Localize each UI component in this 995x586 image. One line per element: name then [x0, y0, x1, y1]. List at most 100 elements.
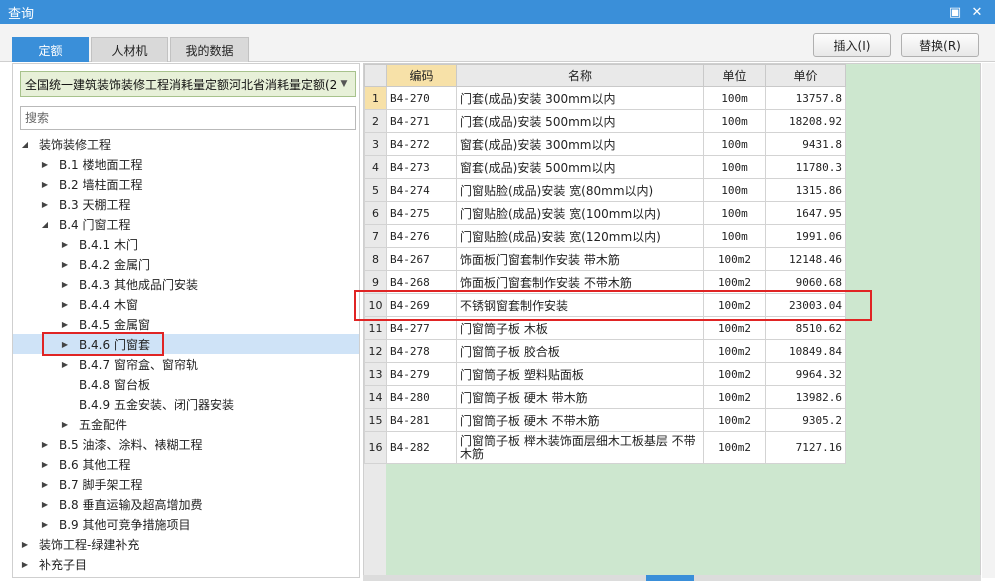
cell-price[interactable]: 13982.6: [765, 385, 846, 409]
table-row[interactable]: 8 B4-267 饰面板门窗套制作安装 带木筋 100m2 12148.46: [364, 247, 846, 271]
cell-name[interactable]: 门窗筒子板 胶合板: [456, 339, 704, 363]
cell-name[interactable]: 门套(成品)安装 300mm以内: [456, 86, 704, 110]
cell-price[interactable]: 9964.32: [765, 362, 846, 386]
cell-price[interactable]: 23003.04: [765, 293, 846, 317]
tree-item[interactable]: ▶ B.2 墙柱面工程: [13, 174, 359, 194]
cell-unit[interactable]: 100m: [703, 224, 766, 248]
cell-code[interactable]: B4-274: [386, 178, 457, 202]
cell-unit[interactable]: 100m: [703, 155, 766, 179]
tree-item[interactable]: ▶ B.4.5 金属窗: [13, 314, 359, 334]
cell-name[interactable]: 门窗筒子板 榉木装饰面层细木工板基层 不带木筋: [456, 431, 704, 464]
cell-price[interactable]: 9431.8: [765, 132, 846, 156]
cell-unit[interactable]: 100m2: [703, 293, 766, 317]
insert-button[interactable]: 插入(I): [813, 33, 891, 57]
table-row[interactable]: 14 B4-280 门窗筒子板 硬木 带木筋 100m2 13982.6: [364, 385, 846, 409]
cell-price[interactable]: 8510.62: [765, 316, 846, 340]
table-row[interactable]: 10 B4-269 不锈钢窗套制作安装 100m2 23003.04: [364, 293, 846, 317]
cell-unit[interactable]: 100m2: [703, 362, 766, 386]
expand-icon[interactable]: ▶: [39, 460, 51, 469]
cell-price[interactable]: 12148.46: [765, 247, 846, 271]
restore-icon[interactable]: ▣: [946, 3, 964, 21]
row-number[interactable]: 13: [364, 362, 387, 386]
cell-name[interactable]: 门套(成品)安装 500mm以内: [456, 109, 704, 133]
row-number[interactable]: 10: [364, 293, 387, 317]
row-number[interactable]: 3: [364, 132, 387, 156]
row-number[interactable]: 9: [364, 270, 387, 294]
cell-unit[interactable]: 100m2: [703, 385, 766, 409]
collapse-icon[interactable]: ◢: [39, 220, 51, 229]
cell-code[interactable]: B4-275: [386, 201, 457, 225]
cell-code[interactable]: B4-281: [386, 408, 457, 432]
cell-name[interactable]: 门窗筒子板 硬木 不带木筋: [456, 408, 704, 432]
cell-name[interactable]: 门窗筒子板 硬木 带木筋: [456, 385, 704, 409]
row-number[interactable]: 12: [364, 339, 387, 363]
tree-item[interactable]: B.4.8 窗台板: [13, 374, 359, 394]
column-header-unit[interactable]: 单位: [703, 64, 766, 87]
cell-price[interactable]: 1647.95: [765, 201, 846, 225]
row-number[interactable]: 15: [364, 408, 387, 432]
row-number[interactable]: 4: [364, 155, 387, 179]
cell-code[interactable]: B4-269: [386, 293, 457, 317]
cell-price[interactable]: 9305.2: [765, 408, 846, 432]
scrollbar-thumb[interactable]: [646, 575, 694, 581]
cell-code[interactable]: B4-279: [386, 362, 457, 386]
cell-price[interactable]: 9060.68: [765, 270, 846, 294]
collapse-icon[interactable]: ◢: [19, 140, 31, 149]
cell-price[interactable]: 13757.8: [765, 86, 846, 110]
expand-icon[interactable]: ▶: [39, 180, 51, 189]
tree-item[interactable]: B.4.9 五金安装、闭门器安装: [13, 394, 359, 414]
tab-quota[interactable]: 定额: [12, 37, 89, 62]
table-row[interactable]: 2 B4-271 门套(成品)安装 500mm以内 100m 18208.92: [364, 109, 846, 133]
cell-unit[interactable]: 100m: [703, 178, 766, 202]
search-input[interactable]: [20, 106, 356, 130]
tab-my-data[interactable]: 我的数据: [170, 37, 249, 62]
cell-name[interactable]: 窗套(成品)安装 500mm以内: [456, 155, 704, 179]
cell-code[interactable]: B4-280: [386, 385, 457, 409]
cell-unit[interactable]: 100m2: [703, 316, 766, 340]
table-row[interactable]: 1 B4-270 门套(成品)安装 300mm以内 100m 13757.8: [364, 86, 846, 110]
cell-code[interactable]: B4-282: [386, 431, 457, 464]
library-select[interactable]: 全国统一建筑装饰装修工程消耗量定额河北省消耗量定额(20 ▼: [20, 71, 356, 97]
table-row[interactable]: 4 B4-273 窗套(成品)安装 500mm以内 100m 11780.3: [364, 155, 846, 179]
cell-unit[interactable]: 100m2: [703, 408, 766, 432]
row-number[interactable]: 7: [364, 224, 387, 248]
tree-item[interactable]: ▶ 五金配件: [13, 414, 359, 434]
tree-item[interactable]: ▶ B.4.4 木窗: [13, 294, 359, 314]
table-row[interactable]: 15 B4-281 门窗筒子板 硬木 不带木筋 100m2 9305.2: [364, 408, 846, 432]
expand-icon[interactable]: ▶: [59, 360, 71, 369]
table-row[interactable]: 3 B4-272 窗套(成品)安装 300mm以内 100m 9431.8: [364, 132, 846, 156]
tree-item[interactable]: ▶ B.7 脚手架工程: [13, 474, 359, 494]
expand-icon[interactable]: ▶: [59, 300, 71, 309]
tab-labor-material[interactable]: 人材机: [91, 37, 168, 62]
expand-icon[interactable]: ▶: [59, 260, 71, 269]
table-row[interactable]: 16 B4-282 门窗筒子板 榉木装饰面层细木工板基层 不带木筋 100m2 7127…: [364, 431, 846, 464]
cell-name[interactable]: 门窗筒子板 塑料贴面板: [456, 362, 704, 386]
cell-unit[interactable]: 100m2: [703, 270, 766, 294]
cell-code[interactable]: B4-272: [386, 132, 457, 156]
table-row[interactable]: 11 B4-277 门窗筒子板 木板 100m2 8510.62: [364, 316, 846, 340]
tree-item[interactable]: ▶ B.4.6 门窗套: [13, 334, 359, 354]
cell-price[interactable]: 1991.06: [765, 224, 846, 248]
cell-unit[interactable]: 100m: [703, 201, 766, 225]
table-row[interactable]: 12 B4-278 门窗筒子板 胶合板 100m2 10849.84: [364, 339, 846, 363]
cell-code[interactable]: B4-268: [386, 270, 457, 294]
expand-icon[interactable]: ▶: [39, 160, 51, 169]
cell-name[interactable]: 门窗筒子板 木板: [456, 316, 704, 340]
expand-icon[interactable]: ▶: [19, 540, 31, 549]
cell-name[interactable]: 窗套(成品)安装 300mm以内: [456, 132, 704, 156]
column-header-price[interactable]: 单价: [765, 64, 846, 87]
tree-item[interactable]: ▶ B.4.1 木门: [13, 234, 359, 254]
cell-name[interactable]: 不锈钢窗套制作安装: [456, 293, 704, 317]
cell-price[interactable]: 1315.86: [765, 178, 846, 202]
table-row[interactable]: 9 B4-268 饰面板门窗套制作安装 不带木筋 100m2 9060.68: [364, 270, 846, 294]
tree-item[interactable]: ▶ B.6 其他工程: [13, 454, 359, 474]
cell-name[interactable]: 门窗贴脸(成品)安装 宽(100mm以内): [456, 201, 704, 225]
cell-code[interactable]: B4-267: [386, 247, 457, 271]
row-number[interactable]: 5: [364, 178, 387, 202]
cell-unit[interactable]: 100m: [703, 86, 766, 110]
tree-item[interactable]: ▶ B.4.3 其他成品门安装: [13, 274, 359, 294]
expand-icon[interactable]: ▶: [59, 340, 71, 349]
table-row[interactable]: 6 B4-275 门窗贴脸(成品)安装 宽(100mm以内) 100m 1647.95: [364, 201, 846, 225]
expand-icon[interactable]: ▶: [39, 480, 51, 489]
horizontal-scrollbar[interactable]: [363, 575, 981, 581]
